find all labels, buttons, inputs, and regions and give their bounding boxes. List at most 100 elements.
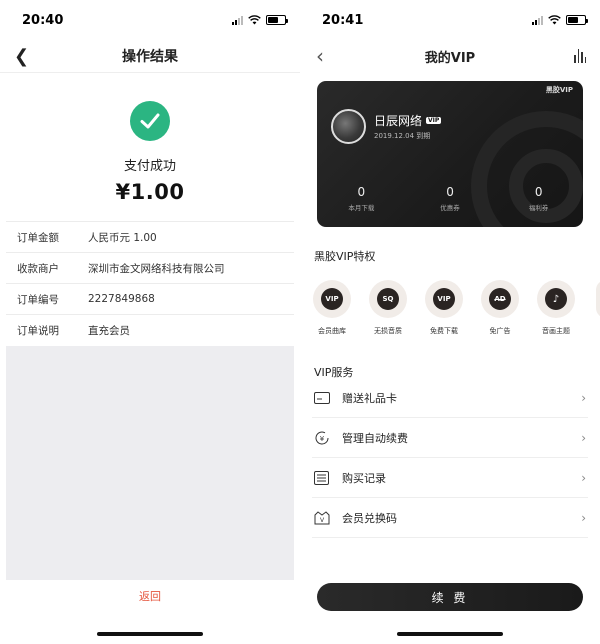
privilege-label: 无损音质 — [374, 327, 402, 335]
row-value: 深圳市金文网络科技有限公司 — [88, 262, 225, 275]
privilege-theme[interactable]: ♪ 音画主题 — [536, 280, 576, 336]
row-value: 2227849868 — [88, 293, 155, 305]
card-stats: 0 本月下载 0 优惠券 0 福利券 — [317, 185, 583, 212]
username-text: 日辰网络 — [374, 114, 423, 128]
service-label: 管理自动续费 — [342, 431, 408, 445]
row-label: 订单说明 — [17, 324, 59, 337]
stat-label: 本月下载 — [348, 204, 375, 212]
status-time: 20:40 — [22, 12, 64, 28]
wifi-icon — [548, 15, 561, 25]
gift-card-icon — [312, 391, 342, 404]
renew-button[interactable]: 续 费 — [317, 583, 583, 611]
back-chevron-icon[interactable]: ❮ — [14, 46, 29, 67]
icon-glyph: VIP — [433, 288, 455, 310]
success-check-icon — [130, 101, 170, 141]
privilege-more-partial[interactable] — [596, 280, 600, 318]
row-value: 直充会员 — [88, 324, 130, 337]
back-chevron-icon[interactable]: ‹ — [316, 44, 324, 68]
icon-glyph: ♪ — [545, 288, 567, 310]
username: 日辰网络 VIP — [374, 112, 442, 129]
chevron-right-icon: › — [581, 470, 586, 485]
vip-brand-logo: 黑胶VIP — [545, 86, 573, 94]
empty-area — [6, 346, 294, 580]
icon-glyph: AD — [489, 288, 511, 310]
service-label: 会员兑换码 — [342, 511, 397, 525]
stat-monthly-downloads[interactable]: 0 本月下载 — [317, 185, 406, 212]
privilege-label: 音画主题 — [542, 327, 570, 335]
status-bar: 20:41 — [300, 0, 600, 40]
service-gift-card[interactable]: 赠送礼品卡 › — [312, 378, 588, 418]
return-button[interactable]: 返回 — [0, 588, 300, 604]
service-label: 购买记录 — [342, 471, 386, 485]
stat-label: 优惠券 — [440, 204, 460, 212]
services-list: 赠送礼品卡 › ¥ 管理自动续费 › 购买记录 › V 会员兑换码 › — [312, 378, 588, 538]
stat-welfare-coupons[interactable]: 0 福利券 — [494, 185, 583, 212]
chevron-right-icon: › — [581, 390, 586, 405]
stat-label: 福利券 — [528, 204, 549, 212]
signal-icon — [532, 15, 543, 25]
lossless-sq-icon: SQ — [369, 280, 407, 318]
privilege-label: 免费下载 — [430, 327, 458, 335]
no-ads-icon: AD — [481, 280, 519, 318]
home-indicator — [97, 632, 203, 636]
ranking-bars-icon[interactable] — [574, 49, 586, 63]
status-bar: 20:40 — [0, 0, 300, 40]
privileges-title: 黑胶VIP特权 — [314, 250, 376, 263]
order-row-merchant: 收款商户 深圳市金文网络科技有限公司 — [6, 252, 294, 283]
privilege-label: 免广告 — [489, 327, 511, 335]
payment-result: 支付成功 ¥1.00 — [0, 73, 300, 221]
page-title: 操作结果 — [122, 49, 178, 65]
vip-download-icon: VIP — [425, 280, 463, 318]
row-value: 人民币元 1.00 — [88, 231, 157, 244]
my-vip-screen: 20:41 ‹ 我的VIP 黑胶VIP 日辰网络 VIP 2019.12.04 … — [300, 0, 600, 644]
payment-result-screen: 20:40 ❮ 操作结果 支付成功 ¥1.00 订单金额 人民币元 1.00 收款… — [0, 0, 300, 644]
redeem-code-icon: V — [312, 510, 342, 525]
order-details: 订单金额 人民币元 1.00 收款商户 深圳市金文网络科技有限公司 订单编号 2227… — [6, 221, 294, 345]
row-label: 订单金额 — [17, 231, 59, 244]
privilege-lossless[interactable]: SQ 无损音质 — [368, 280, 408, 336]
avatar[interactable] — [331, 109, 366, 144]
nav-bar: ❮ 操作结果 — [0, 40, 300, 73]
status-time: 20:41 — [322, 12, 364, 28]
privilege-no-ads[interactable]: AD 免广告 — [480, 280, 520, 336]
row-label: 收款商户 — [17, 262, 59, 275]
vip-library-icon: VIP — [313, 280, 351, 318]
order-row-number: 订单编号 2227849868 — [6, 283, 294, 314]
wifi-icon — [248, 15, 261, 25]
service-auto-renew[interactable]: ¥ 管理自动续费 › — [312, 418, 588, 458]
vip-badge: VIP — [426, 117, 442, 124]
payment-amount: ¥1.00 — [115, 180, 185, 204]
purchase-record-icon — [312, 470, 342, 485]
nav-bar: ‹ 我的VIP — [300, 40, 600, 73]
stat-value: 0 — [534, 185, 543, 199]
battery-icon — [566, 15, 588, 25]
svg-text:¥: ¥ — [320, 435, 325, 443]
order-row-description: 订单说明 直充会员 — [6, 314, 294, 345]
svg-text:V: V — [320, 517, 325, 524]
row-label: 订单编号 — [17, 293, 59, 306]
page-title: 我的VIP — [424, 51, 476, 66]
chevron-right-icon: › — [581, 510, 586, 525]
payment-status-text: 支付成功 — [123, 159, 176, 174]
icon-glyph: VIP — [321, 288, 343, 310]
privilege-member-library[interactable]: VIP 会员曲库 — [312, 280, 352, 336]
privileges-list: VIP 会员曲库 SQ 无损音质 VIP 免费下载 AD 免广告 ♪ 音画主题 — [312, 280, 576, 336]
theme-icon: ♪ — [537, 280, 575, 318]
privilege-free-download[interactable]: VIP 免费下载 — [424, 280, 464, 336]
service-redeem-code[interactable]: V 会员兑换码 › — [312, 498, 588, 538]
stat-value: 0 — [446, 185, 454, 199]
order-row-amount: 订单金额 人民币元 1.00 — [6, 221, 294, 252]
stat-coupons[interactable]: 0 优惠券 — [406, 185, 495, 212]
battery-icon — [266, 15, 288, 25]
service-purchase-record[interactable]: 购买记录 › — [312, 458, 588, 498]
home-indicator — [397, 632, 503, 636]
signal-icon — [232, 15, 243, 25]
chevron-right-icon: › — [581, 430, 586, 445]
vip-card[interactable]: 黑胶VIP 日辰网络 VIP 2019.12.04 到期 0 本月下载 0 优惠券 … — [317, 81, 583, 227]
auto-renew-icon: ¥ — [312, 430, 342, 446]
stat-value: 0 — [357, 185, 366, 199]
service-label: 赠送礼品卡 — [342, 391, 397, 405]
expire-date: 2019.12.04 到期 — [374, 132, 431, 140]
privilege-label: 会员曲库 — [318, 327, 346, 335]
icon-glyph: SQ — [377, 288, 399, 310]
